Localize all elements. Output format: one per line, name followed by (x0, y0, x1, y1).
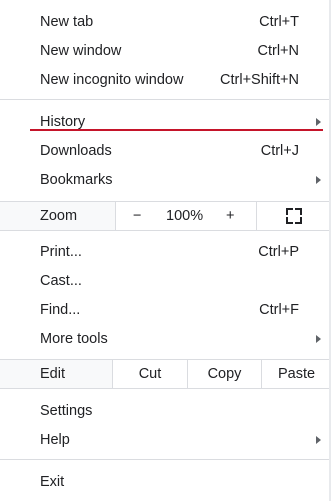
menu-item-settings[interactable]: Settings (0, 396, 331, 425)
new-window-label: New window (40, 42, 122, 59)
menu-item-bookmarks[interactable]: Bookmarks (0, 165, 331, 194)
more-tools-label: More tools (40, 330, 108, 347)
cut-label: Cut (138, 366, 162, 382)
paste-button[interactable]: Paste (261, 360, 331, 388)
downloads-shortcut: Ctrl+J (260, 142, 299, 159)
menu-item-more-tools[interactable]: More tools (0, 324, 331, 353)
menu-item-history[interactable]: History (0, 107, 331, 136)
new-window-shortcut: Ctrl+N (257, 42, 300, 59)
copy-label: Copy (207, 366, 242, 382)
menu-item-new-incognito-window[interactable]: New incognito window Ctrl+Shift+N (0, 65, 331, 94)
menu-item-exit[interactable]: Exit (0, 467, 331, 496)
downloads-label: Downloads (40, 142, 112, 159)
find-shortcut: Ctrl+F (259, 301, 299, 318)
print-label: Print... (40, 243, 82, 260)
menu-item-new-tab[interactable]: New tab Ctrl+T (0, 7, 331, 36)
menu-item-cast[interactable]: Cast... (0, 266, 331, 295)
fullscreen-button[interactable] (256, 202, 331, 230)
zoom-level: 100% (166, 208, 204, 224)
menu-item-print[interactable]: Print... Ctrl+P (0, 237, 331, 266)
new-tab-shortcut: Ctrl+T (259, 13, 299, 30)
bookmarks-label: Bookmarks (40, 171, 113, 188)
cut-button[interactable]: Cut (112, 360, 187, 388)
zoom-controls: − 100% + (115, 202, 256, 230)
zoom-label: Zoom (40, 208, 78, 224)
cast-label: Cast... (40, 272, 82, 289)
submenu-arrow-icon (316, 175, 321, 184)
separator (0, 99, 331, 100)
menu-item-help[interactable]: Help (0, 425, 331, 454)
submenu-arrow-icon (316, 334, 321, 343)
submenu-arrow-icon (316, 435, 321, 444)
help-label: Help (40, 431, 70, 448)
menu-item-find[interactable]: Find... Ctrl+F (0, 295, 331, 324)
zoom-in-button[interactable]: + (226, 208, 234, 224)
history-label: History (40, 113, 86, 130)
new-incognito-label: New incognito window (40, 71, 184, 88)
print-shortcut: Ctrl+P (258, 243, 299, 260)
menu-item-downloads[interactable]: Downloads Ctrl+J (0, 136, 331, 165)
menu-item-new-window[interactable]: New window Ctrl+N (0, 36, 331, 65)
zoom-out-button[interactable]: − (133, 208, 141, 224)
history-underline (30, 129, 323, 131)
edit-label: Edit (40, 366, 65, 382)
settings-label: Settings (40, 402, 93, 419)
browser-menu: New tab Ctrl+T New window Ctrl+N New inc… (0, 0, 331, 501)
separator (0, 459, 331, 460)
new-incognito-shortcut: Ctrl+Shift+N (220, 71, 299, 88)
new-tab-label: New tab (40, 13, 94, 30)
edit-row: Edit Cut Copy Paste (0, 359, 331, 389)
exit-label: Exit (40, 473, 65, 490)
fullscreen-icon (286, 208, 302, 224)
zoom-row: Zoom − 100% + (0, 201, 331, 231)
paste-label: Paste (277, 366, 316, 382)
copy-button[interactable]: Copy (187, 360, 261, 388)
submenu-arrow-icon (316, 117, 321, 126)
find-label: Find... (40, 301, 81, 318)
